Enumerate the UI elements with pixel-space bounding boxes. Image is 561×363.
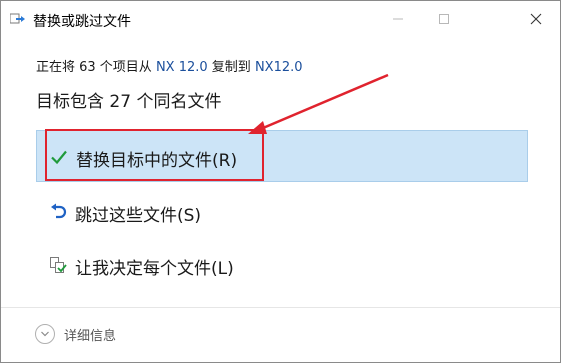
conflict-heading: 目标包含 27 个同名文件 <box>36 92 222 112</box>
maximize-button[interactable] <box>421 1 467 37</box>
file-copy-icon <box>10 13 25 24</box>
decide-each-file-option[interactable]: 让我决定每个文件(L) <box>36 239 528 291</box>
details-toggle[interactable]: 详细信息 <box>35 324 116 344</box>
chevron-down-icon <box>41 331 49 337</box>
footer-divider <box>1 307 560 308</box>
skip-files-option[interactable]: 跳过这些文件(S) <box>36 186 528 238</box>
decide-each-file-label: 让我决定每个文件(L) <box>75 259 234 279</box>
undo-arrow-icon <box>51 203 67 219</box>
window-title: 替换或跳过文件 <box>33 14 131 30</box>
copy-prefix: 正在将 63 个项目从 <box>36 60 156 75</box>
title-bar: 替换或跳过文件 <box>1 1 560 37</box>
minimize-button[interactable] <box>375 1 421 37</box>
minimize-icon <box>393 18 403 20</box>
destination-folder-link[interactable]: NX12.0 <box>255 60 303 75</box>
source-folder-link[interactable]: NX 12.0 <box>156 60 208 75</box>
close-icon <box>530 13 542 25</box>
replace-or-skip-dialog: 替换或跳过文件 正在将 63 个项目从 NX 12.0 复制到 NX12.0 目… <box>0 0 561 363</box>
details-label: 详细信息 <box>64 328 117 344</box>
copy-middle: 复制到 <box>207 60 255 75</box>
maximize-icon <box>439 14 449 24</box>
annotation-highlight-box <box>45 129 264 181</box>
copy-progress-text: 正在将 63 个项目从 NX 12.0 复制到 NX12.0 <box>36 56 303 75</box>
skip-files-label: 跳过这些文件(S) <box>75 206 202 226</box>
expand-circle <box>35 324 55 344</box>
compare-files-icon <box>50 257 67 273</box>
close-button[interactable] <box>513 1 559 37</box>
